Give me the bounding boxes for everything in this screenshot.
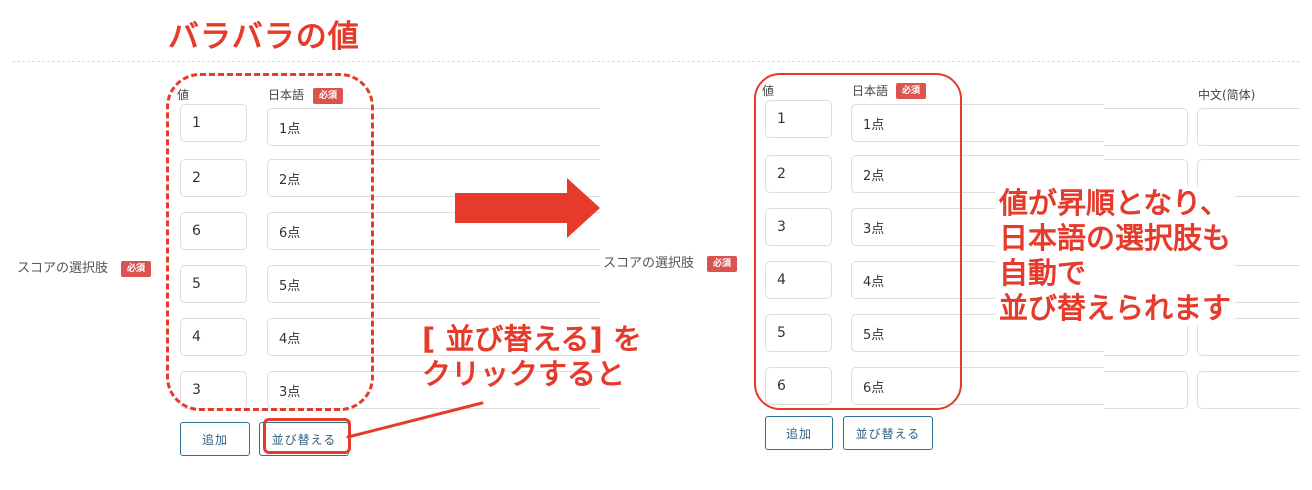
pointer-line: [346, 401, 484, 439]
add-button[interactable]: 追加: [765, 416, 833, 450]
click-annotation-line: クリックすると: [422, 357, 626, 391]
annotation-heading: バラバラの値: [168, 19, 360, 55]
result-annotation-line: 自動で: [999, 256, 1087, 290]
score-options-label: スコアの選択肢: [603, 256, 695, 271]
score-options-label: スコアの選択肢: [17, 261, 109, 276]
required-badge: 必須: [707, 256, 738, 272]
result-annotation-line: 並び替えられます: [999, 291, 1232, 325]
click-annotation-line: [ 並び替える] を: [422, 322, 642, 356]
click-annotation: [ 並び替える] を クリックすると: [422, 322, 642, 392]
add-button[interactable]: 追加: [180, 422, 250, 456]
sort-button[interactable]: 並び替える: [843, 416, 933, 450]
sorted-values-highlight: [754, 73, 962, 410]
sort-button-highlight: [263, 418, 351, 454]
section-divider: [12, 61, 1300, 62]
required-badge: 必須: [121, 261, 152, 277]
japanese-input-tail[interactable]: [1104, 371, 1188, 409]
result-annotation-line: 値が昇順となり、: [999, 186, 1229, 220]
result-annotation-line: 日本語の選択肢も: [999, 221, 1232, 255]
japanese-input-tail[interactable]: [1104, 108, 1188, 146]
chinese-column-header: 中文(简体): [1198, 88, 1256, 102]
arrow-right-icon: [455, 178, 600, 238]
chinese-input[interactable]: [1197, 108, 1300, 146]
chinese-input[interactable]: [1197, 371, 1300, 409]
unordered-values-highlight: [166, 73, 374, 411]
result-annotation: 値が昇順となり、 日本語の選択肢も 自動で 並び替えられます: [995, 186, 1236, 326]
